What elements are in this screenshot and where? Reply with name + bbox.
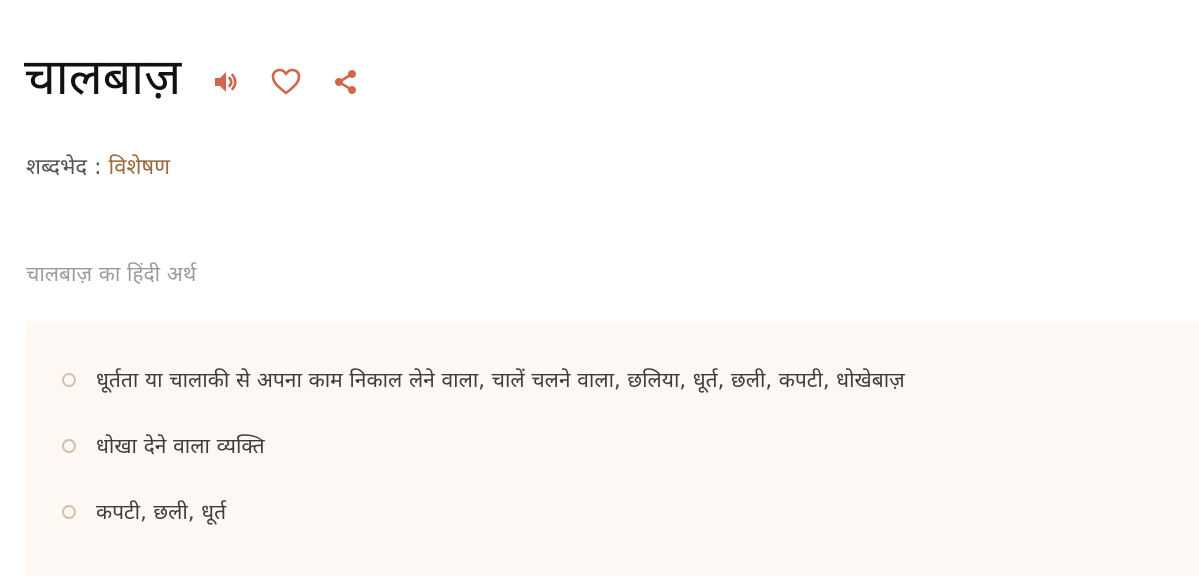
favorite-button[interactable] xyxy=(271,67,301,97)
share-button[interactable] xyxy=(331,67,361,97)
share-icon xyxy=(335,70,357,94)
meaning-text: धोखा देने वाला व्यक्ति xyxy=(96,434,265,458)
headword-row: चालबाज़ xyxy=(24,40,391,114)
entry-actions xyxy=(211,67,391,97)
meaning-text: कपटी, छली, धूर्त xyxy=(96,500,227,524)
part-of-speech: शब्दभेद : विशेषण xyxy=(26,150,170,186)
part-of-speech-label: शब्दभेद : xyxy=(26,155,109,180)
heart-icon xyxy=(271,68,301,95)
meaning-heading: चालबाज़ का हिंदी अर्थ xyxy=(26,262,197,286)
part-of-speech-link[interactable]: विशेषण xyxy=(109,155,171,180)
bullet-circle-icon xyxy=(62,505,76,519)
bullet-circle-icon xyxy=(62,373,76,387)
pronounce-button[interactable] xyxy=(211,67,241,97)
bullet-circle-icon xyxy=(62,439,76,453)
meanings-box: धूर्तता या चालाकी से अपना काम निकाल लेने… xyxy=(26,321,1199,576)
meaning-item: धूर्तता या चालाकी से अपना काम निकाल लेने… xyxy=(62,347,1199,413)
headword: चालबाज़ xyxy=(24,48,182,106)
speaker-icon xyxy=(215,72,237,92)
dictionary-entry-page: चालबाज़ शब्दभेद: विशेषण चालबाज़ का हिंद… xyxy=(0,0,1199,586)
meaning-item: धोखा देने वाला व्यक्ति xyxy=(62,413,1199,479)
meaning-item: कपटी, छली, धूर्त xyxy=(62,479,1199,545)
meaning-text: धूर्तता या चालाकी से अपना काम निकाल लेने… xyxy=(96,368,905,392)
meanings-list: धूर्तता या चालाकी से अपना काम निकाल लेने… xyxy=(26,321,1199,545)
